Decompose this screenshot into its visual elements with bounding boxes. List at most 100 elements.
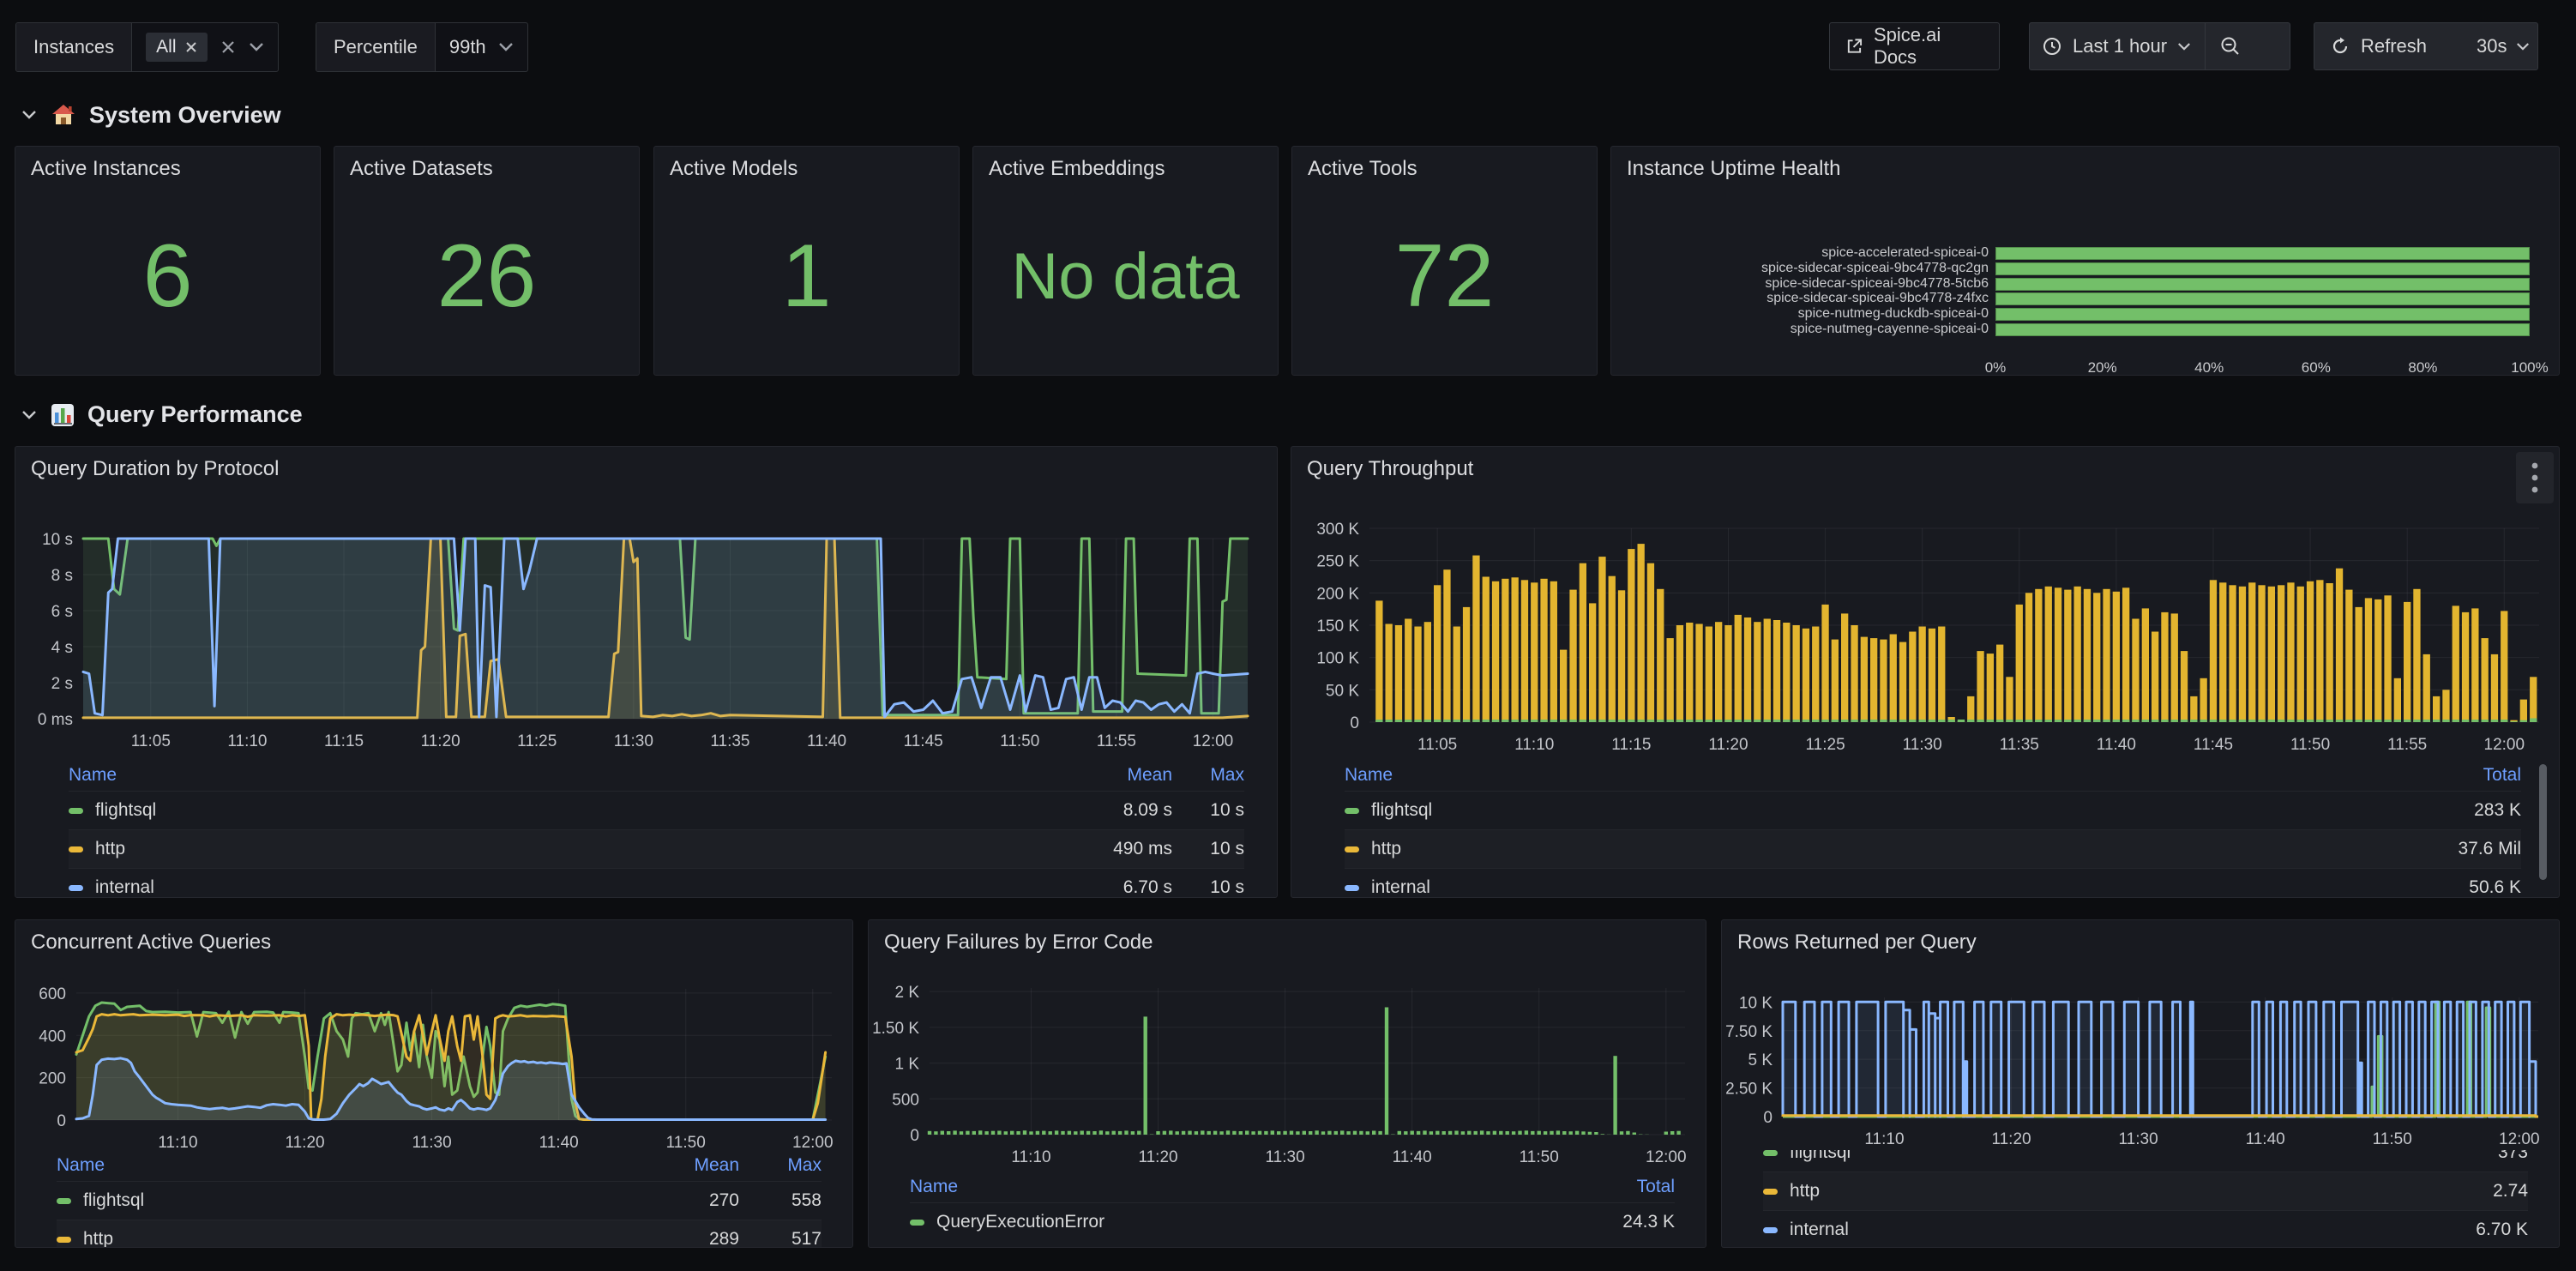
panel-active-datasets[interactable]: Active Datasets 26 [334,146,640,376]
legend-row-QueryExecutionError[interactable]: QueryExecutionError24.3 K [910,1202,1675,1241]
panel-rows-returned[interactable]: Rows Returned per Query 02.50 K5 K7.50 K… [1721,919,2560,1248]
legend-series-name[interactable]: internal [95,877,1035,898]
legend-col-name[interactable]: Name [57,1155,611,1176]
percentile-variable[interactable]: Percentile 99th [316,22,528,72]
bar [1647,563,1654,722]
bar-base [2510,721,2517,722]
bar [2025,593,2032,722]
uptime-bar[interactable] [1995,278,2530,291]
panel-active-models[interactable]: Active Models 1 [653,146,960,376]
instances-tag-all[interactable]: All [146,33,207,62]
bar [928,1131,931,1135]
legend-scrollbar[interactable] [2539,764,2547,880]
uptime-bar[interactable] [1995,247,2530,260]
time-range-picker[interactable]: Last 1 hour [2029,22,2290,70]
bar [1163,1131,1166,1135]
bar-base [1424,720,1431,722]
collapse-chevron-icon[interactable] [21,409,38,421]
query-throughput-chart[interactable]: 050 K100 K150 K200 K250 K300 K11:0511:10… [1291,447,2560,756]
legend-row-http[interactable]: http490 ms10 s [69,829,1244,868]
legend-row-internal[interactable]: internal50.6 K [1345,868,2521,898]
panel-active-instances[interactable]: Active Instances 6 [15,146,321,376]
concurrent-queries-chart[interactable]: 020040060011:1011:2011:3011:4011:5012:00 [15,920,853,1150]
instances-variable-value[interactable]: All [132,23,277,71]
bar [1353,1131,1357,1135]
query-failures-chart[interactable]: 05001 K1.50 K2 K11:1011:2011:3011:4011:5… [869,920,1706,1169]
legend-series-name[interactable]: flightsql [1371,800,2375,821]
legend-value: 490 ms [1035,839,1172,859]
uptime-bar[interactable] [1995,292,2530,305]
legend-series-name[interactable]: flightsql [1790,1150,2382,1163]
query-duration-chart[interactable]: 0 ms2 s4 s6 s8 s10 s11:0511:1011:1511:20… [15,447,1278,756]
legend-series-name[interactable]: http [1371,839,2375,859]
legend-series-name[interactable]: http [95,839,1035,859]
percentile-variable-value[interactable]: 99th [436,23,527,71]
legend-row-flightsql[interactable]: flightsql8.09 s10 s [69,791,1244,829]
section-query-performance[interactable]: Query Performance [21,401,303,428]
legend-row-http[interactable]: http37.6 Mil [1345,829,2521,868]
bar [1124,1130,1128,1135]
legend-col-name[interactable]: Name [1345,765,2375,786]
refresh-button-group[interactable]: Refresh 30s [2314,22,2538,70]
docs-button[interactable]: Spice.ai Docs [1829,22,2000,70]
refresh-interval-dropdown[interactable]: 30s [2463,35,2543,57]
legend-value: 10 s [1172,800,1244,821]
legend-row-internal[interactable]: internal6.70 K [1763,1210,2528,1242]
legend-row-http[interactable]: http2.74 [1763,1172,2528,1210]
legend-row-http[interactable]: http289517 [57,1220,822,1247]
rows-returned-chart[interactable]: 02.50 K5 K7.50 K10 K11:1011:2011:3011:40… [1722,920,2560,1150]
series-color-pill [1763,1189,1778,1195]
legend-series-name[interactable]: http [1790,1181,2382,1202]
legend-series-name[interactable]: http [83,1229,611,1247]
instances-variable[interactable]: Instances All [15,22,279,72]
legend-col-mean[interactable]: Mean [1035,765,1172,786]
panel-active-tools[interactable]: Active Tools 72 [1291,146,1598,376]
close-icon[interactable] [185,41,197,53]
bar-base [1531,720,1538,722]
zoom-out-icon[interactable] [2219,35,2242,57]
bar [1544,1131,1547,1135]
uptime-bar[interactable] [1995,323,2530,336]
panel-concurrent-queries[interactable]: Concurrent Active Queries 020040060011:1… [15,919,853,1248]
legend-col-mean[interactable]: Mean [611,1155,739,1176]
legend-col-name[interactable]: Name [910,1177,1529,1197]
bar [1996,645,2003,722]
section-system-overview[interactable]: System Overview [21,101,281,129]
chevron-down-icon[interactable] [249,42,264,52]
legend-series-name[interactable]: internal [1371,877,2375,898]
legend-series-name[interactable]: internal [1790,1220,2382,1240]
bar [1315,1130,1318,1135]
bar [1074,1131,1077,1135]
panel-query-duration[interactable]: Query Duration by Protocol 0 ms2 s4 s6 s… [15,446,1278,898]
bar [1334,1131,1338,1135]
panel-query-failures[interactable]: Query Failures by Error Code 05001 K1.50… [868,919,1706,1248]
rows-returned-legend: flightsql373http2.74internal6.70 K [1722,1150,2559,1242]
legend-col-max[interactable]: Max [1172,765,1244,786]
uptime-bar[interactable] [1995,262,2530,275]
legend-series-name[interactable]: flightsql [83,1190,611,1211]
uptime-bar[interactable] [1995,308,2530,321]
panel-query-throughput[interactable]: Query Throughput 050 K100 K150 K200 K250… [1291,446,2560,898]
clear-selection-icon[interactable] [220,39,237,56]
panel-active-embeddings[interactable]: Active Embeddings No data [972,146,1279,376]
bar [1821,605,1828,722]
legend-col-total[interactable]: Total [1529,1177,1675,1197]
bar-base [2161,720,2168,722]
legend-series-name[interactable]: QueryExecutionError [936,1212,1529,1232]
legend-row-internal[interactable]: internal6.70 s10 s [69,868,1244,898]
legend-series-name[interactable]: flightsql [95,800,1035,821]
collapse-chevron-icon[interactable] [21,109,38,121]
legend-row-flightsql[interactable]: flightsql373 [1763,1150,2528,1172]
panel-instance-uptime-health[interactable]: Instance Uptime Health spice-accelerated… [1610,146,2560,376]
legend-col-name[interactable]: Name [69,765,1035,786]
legend-col-max[interactable]: Max [739,1155,822,1176]
legend-row-flightsql[interactable]: flightsql283 K [1345,791,2521,829]
legend-col-total[interactable]: Total [2375,765,2521,786]
bar [1414,627,1421,723]
legend-row-flightsql[interactable]: flightsql270558 [57,1181,822,1220]
bar [1385,1008,1388,1135]
query-failures-legend: NameTotal QueryExecutionError24.3 K [869,1172,1706,1241]
bar-base [2345,720,2352,722]
bar-base [1909,720,1916,722]
refresh-button[interactable]: Refresh [2314,35,2442,57]
